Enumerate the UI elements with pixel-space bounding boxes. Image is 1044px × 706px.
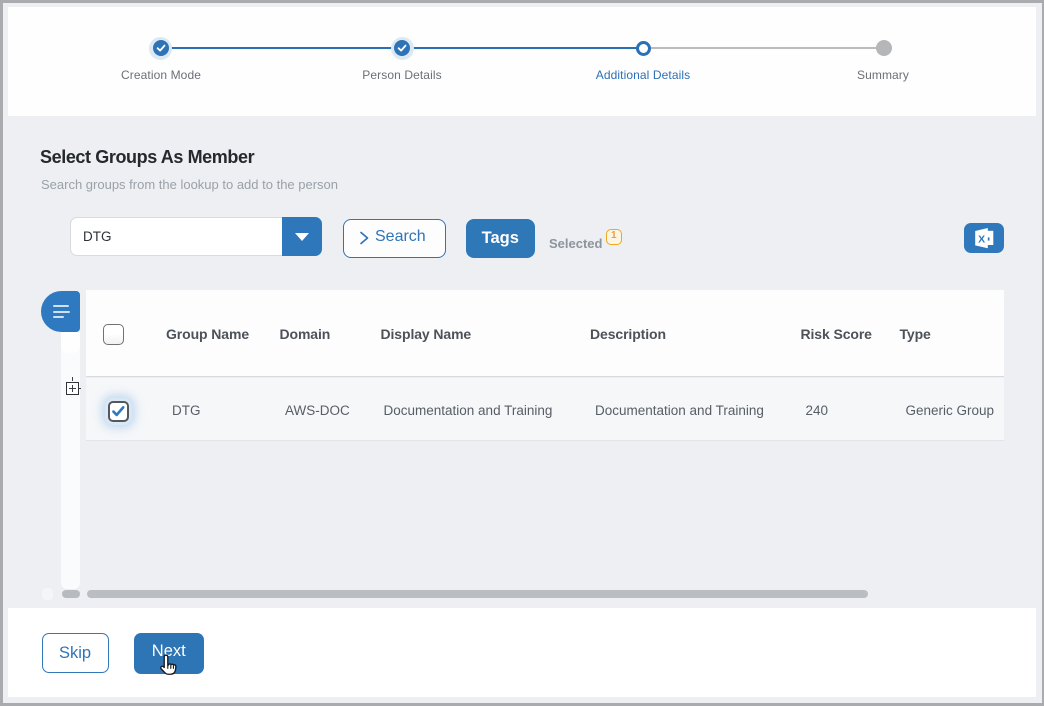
svg-text:X: X — [978, 233, 985, 245]
